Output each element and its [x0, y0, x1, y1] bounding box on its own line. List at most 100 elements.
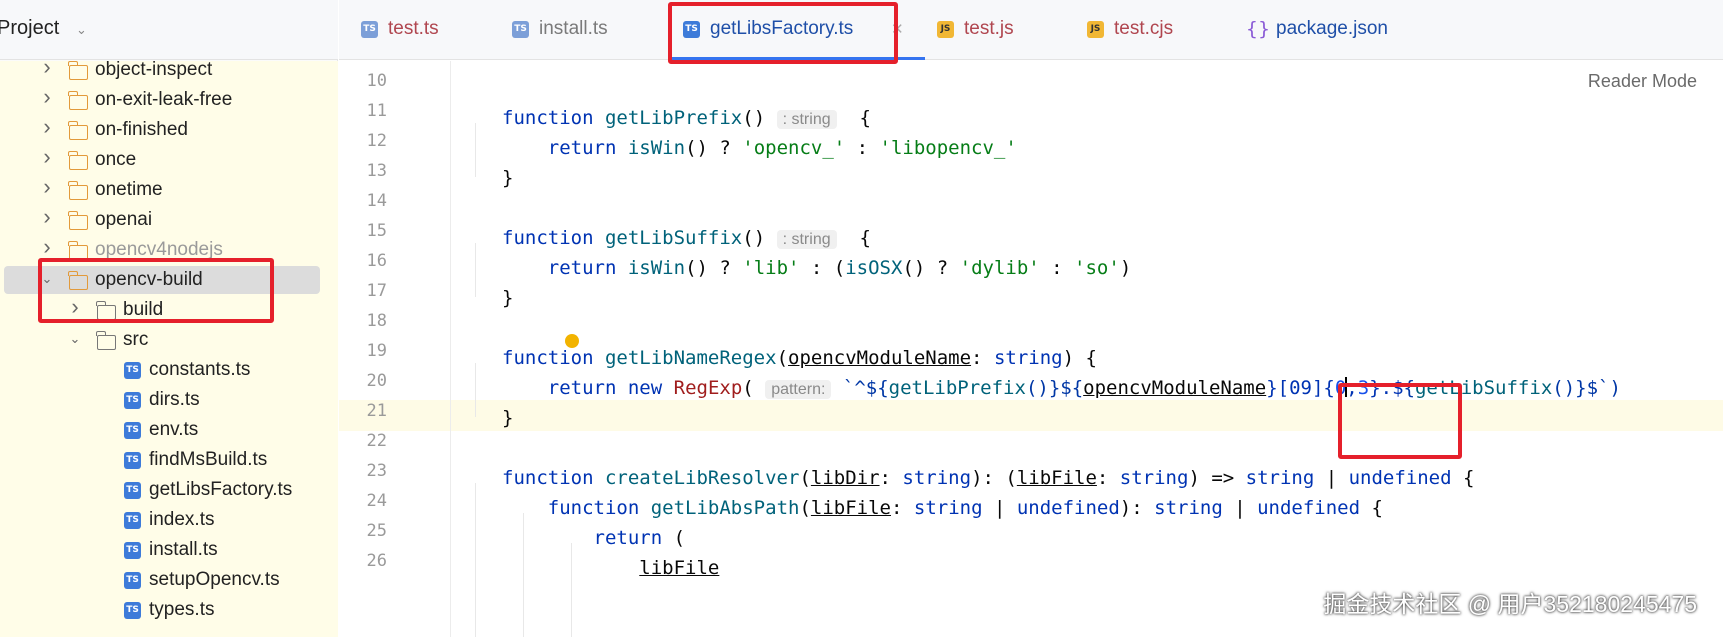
tree-item-label: once [95, 149, 137, 170]
typescript-file-icon: TS [124, 602, 141, 619]
chevron-down-icon[interactable]: ⌄ [76, 22, 87, 38]
tree-item[interactable]: › on-exit-leak-free [0, 84, 338, 115]
indent-guide [475, 483, 476, 637]
folder-icon [68, 211, 88, 230]
line-number: 26 [366, 551, 387, 571]
tree-item[interactable]: › on-finished [0, 114, 338, 145]
line-number: 14 [366, 191, 387, 211]
type-hint: : string [776, 110, 837, 129]
code-line-19[interactable]: function getLibNameRegex(opencvModuleNam… [502, 347, 1097, 369]
tree-item-label: onetime [95, 179, 163, 200]
tree-item-label: on-finished [95, 119, 188, 140]
tree-item[interactable]: › openai [0, 204, 338, 235]
tree-item-label: openai [95, 209, 153, 230]
reader-mode-button[interactable]: Reader Mode [1588, 71, 1697, 92]
code-line-24[interactable]: function getLibAbsPath(libFile: string |… [502, 497, 1383, 519]
code-line-25[interactable]: return ( [502, 527, 686, 549]
tree-item[interactable]: TS getLibsFactory.ts [0, 475, 338, 505]
folder-icon [68, 181, 88, 200]
line-number: 19 [366, 341, 387, 361]
tree-item[interactable]: TS index.ts [0, 505, 338, 535]
chevron-right-icon[interactable]: › [40, 144, 54, 170]
tree-item-label: env.ts [149, 419, 199, 440]
tab-install-ts[interactable]: TS install.ts [512, 0, 652, 60]
line-number: 10 [366, 71, 387, 91]
tab-test-js[interactable]: JS test.js [937, 0, 1047, 60]
chevron-right-icon[interactable]: › [40, 234, 54, 260]
folder-icon [68, 91, 88, 110]
tree-item-label: types.ts [149, 599, 215, 620]
folder-icon [68, 121, 88, 140]
chevron-right-icon[interactable]: › [40, 84, 54, 110]
tree-item[interactable]: TS setupOpencv.ts [0, 565, 338, 595]
folder-icon [96, 331, 116, 350]
code-line-13[interactable]: } [502, 167, 513, 189]
code-line-12[interactable]: return isWin() ? 'opencv_' : 'libopencv_… [502, 137, 1017, 159]
code-line-23[interactable]: function createLibResolver(libDir: strin… [502, 467, 1474, 489]
code-line-15[interactable]: function getLibSuffix() : string { [502, 227, 871, 249]
line-number: 16 [366, 251, 387, 271]
annotation-box-opencv-build [38, 258, 274, 323]
tree-item-label: getLibsFactory.ts [149, 479, 293, 500]
project-title[interactable]: Project [0, 17, 59, 40]
typescript-file-icon: TS [124, 392, 141, 409]
tree-item[interactable]: ⌄ src [0, 325, 338, 355]
line-number: 18 [366, 311, 387, 331]
tree-item[interactable]: TS constants.ts [0, 355, 338, 385]
tab-test-ts[interactable]: TS test.ts [361, 0, 481, 60]
typescript-file-icon: TS [124, 362, 141, 379]
watermark: 掘金技术社区 @ 用户352180245475 [1323, 591, 1697, 617]
tab-label: test.js [964, 18, 1014, 39]
annotation-box-active-tab [668, 2, 898, 64]
javascript-file-icon: JS [937, 21, 954, 38]
editor-tab-bar: TS test.ts TS install.ts TS getLibsFacto… [339, 0, 1723, 60]
javascript-file-icon: JS [1087, 21, 1104, 38]
chevron-right-icon[interactable]: › [40, 204, 54, 230]
lightbulb-icon[interactable] [565, 334, 579, 348]
tab-label: test.ts [388, 18, 439, 39]
indent-guide [475, 243, 476, 297]
typescript-file-icon: TS [124, 572, 141, 589]
tree-item-label: index.ts [149, 509, 215, 530]
code-line-21[interactable]: } [502, 407, 513, 429]
gutter-divider [450, 61, 451, 637]
code-line-17[interactable]: } [502, 287, 513, 309]
project-tree: › object-inspect › on-exit-leak-free › on-fin… [0, 54, 338, 637]
current-line-highlight [339, 400, 1723, 431]
tree-item[interactable]: TS install.ts [0, 535, 338, 565]
chevron-right-icon[interactable]: › [40, 174, 54, 200]
chevron-right-icon[interactable]: › [40, 114, 54, 140]
code-editor[interactable]: Reader Mode 10 11 12 13 14 15 16 17 18 19 20 21 22 23… [339, 61, 1723, 637]
folder-icon [68, 151, 88, 170]
tree-item[interactable]: › onetime [0, 174, 338, 205]
tab-test-cjs[interactable]: JS test.cjs [1087, 0, 1207, 60]
folder-icon [68, 61, 88, 80]
line-number: 23 [366, 461, 387, 481]
tree-item[interactable]: TS dirs.ts [0, 385, 338, 415]
typescript-file-icon: TS [124, 482, 141, 499]
tree-item[interactable]: › object-inspect [0, 54, 338, 85]
indent-guide [475, 123, 476, 177]
tree-item[interactable]: › once [0, 144, 338, 175]
typescript-file-icon: TS [361, 21, 378, 38]
code-line-11[interactable]: function getLibPrefix() : string { [502, 107, 871, 129]
tree-item-label: on-exit-leak-free [95, 89, 233, 110]
tree-item[interactable]: TS types.ts [0, 595, 338, 625]
tree-item-label: object-inspect [95, 59, 213, 80]
line-number: 12 [366, 131, 387, 151]
chevron-down-icon[interactable]: ⌄ [68, 331, 82, 347]
code-line-26[interactable]: libFile [502, 557, 719, 579]
tab-label: install.ts [539, 18, 608, 39]
typescript-file-icon: TS [124, 452, 141, 469]
tree-item-label: findMsBuild.ts [149, 449, 268, 470]
code-line-16[interactable]: return isWin() ? 'lib' : (isOSX() ? 'dyl… [502, 257, 1132, 279]
line-number: 20 [366, 371, 387, 391]
tree-item[interactable]: TS env.ts [0, 415, 338, 445]
annotation-box-regex [1338, 383, 1462, 459]
tab-package-json[interactable]: {} package.json [1245, 0, 1415, 60]
chevron-right-icon[interactable]: › [40, 54, 54, 80]
line-number: 11 [366, 101, 387, 121]
tree-item[interactable]: TS findMsBuild.ts [0, 445, 338, 475]
tab-label: test.cjs [1114, 18, 1174, 39]
type-hint: : string [776, 230, 837, 249]
